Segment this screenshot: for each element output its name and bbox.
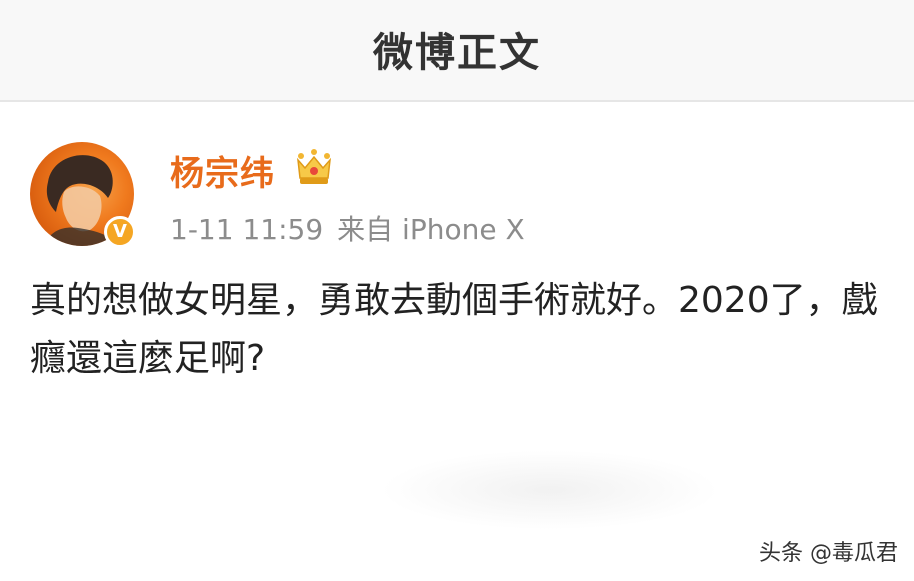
verified-badge-icon: V: [104, 216, 136, 248]
author-name[interactable]: 杨宗纬: [170, 146, 275, 195]
post-text: 真的想做女明星，勇敢去動個手術就好。2020了，戲癮還這麼足啊?: [30, 280, 878, 379]
post-time: 1-11 11:59: [170, 213, 324, 246]
page-title: 微博正文: [373, 30, 541, 76]
navigation-bar: 微博正文: [0, 0, 914, 102]
watermark-text: 头条 @毒瓜君: [759, 541, 898, 566]
weibo-post-screen: 微博正文 V 杨宗纬 1-11 11:59 来自 iPhone X 真的想做女明…: [0, 0, 914, 581]
post-meta: 1-11 11:59 来自 iPhone X: [170, 208, 525, 248]
crown-icon[interactable]: [295, 148, 333, 188]
blurred-area: [380, 450, 720, 530]
post-source[interactable]: 来自 iPhone X: [337, 213, 525, 246]
